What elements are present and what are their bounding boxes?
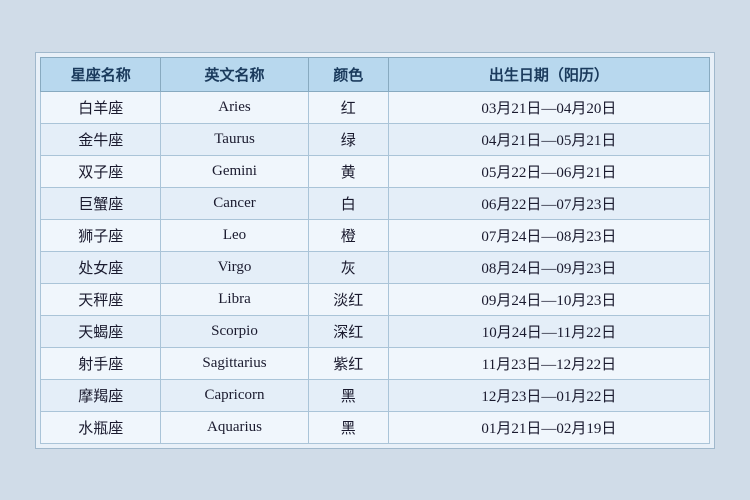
cell-color: 深红 xyxy=(308,315,388,347)
table-row: 处女座Virgo灰08月24日—09月23日 xyxy=(41,251,710,283)
cell-color: 灰 xyxy=(308,251,388,283)
cell-color: 红 xyxy=(308,91,388,123)
header-color: 颜色 xyxy=(308,57,388,91)
cell-english: Gemini xyxy=(161,155,308,187)
cell-english: Sagittarius xyxy=(161,347,308,379)
zodiac-table: 星座名称 英文名称 颜色 出生日期（阳历） 白羊座Aries红03月21日—04… xyxy=(40,57,710,444)
cell-color: 黄 xyxy=(308,155,388,187)
cell-color: 白 xyxy=(308,187,388,219)
table-row: 白羊座Aries红03月21日—04月20日 xyxy=(41,91,710,123)
cell-color: 紫红 xyxy=(308,347,388,379)
cell-color: 绿 xyxy=(308,123,388,155)
cell-chinese: 水瓶座 xyxy=(41,411,161,443)
table-row: 狮子座Leo橙07月24日—08月23日 xyxy=(41,219,710,251)
cell-chinese: 双子座 xyxy=(41,155,161,187)
cell-chinese: 巨蟹座 xyxy=(41,187,161,219)
cell-date: 07月24日—08月23日 xyxy=(388,219,709,251)
cell-color: 淡红 xyxy=(308,283,388,315)
cell-chinese: 天蝎座 xyxy=(41,315,161,347)
cell-color: 黑 xyxy=(308,411,388,443)
cell-english: Taurus xyxy=(161,123,308,155)
cell-chinese: 射手座 xyxy=(41,347,161,379)
cell-english: Cancer xyxy=(161,187,308,219)
cell-english: Virgo xyxy=(161,251,308,283)
cell-date: 03月21日—04月20日 xyxy=(388,91,709,123)
cell-date: 04月21日—05月21日 xyxy=(388,123,709,155)
table-row: 天秤座Libra淡红09月24日—10月23日 xyxy=(41,283,710,315)
cell-color: 黑 xyxy=(308,379,388,411)
cell-date: 11月23日—12月22日 xyxy=(388,347,709,379)
cell-chinese: 摩羯座 xyxy=(41,379,161,411)
cell-english: Leo xyxy=(161,219,308,251)
zodiac-table-container: 星座名称 英文名称 颜色 出生日期（阳历） 白羊座Aries红03月21日—04… xyxy=(35,52,715,449)
cell-chinese: 狮子座 xyxy=(41,219,161,251)
header-chinese-name: 星座名称 xyxy=(41,57,161,91)
table-row: 摩羯座Capricorn黑12月23日—01月22日 xyxy=(41,379,710,411)
table-row: 水瓶座Aquarius黑01月21日—02月19日 xyxy=(41,411,710,443)
table-row: 射手座Sagittarius紫红11月23日—12月22日 xyxy=(41,347,710,379)
cell-english: Aries xyxy=(161,91,308,123)
cell-date: 12月23日—01月22日 xyxy=(388,379,709,411)
cell-chinese: 金牛座 xyxy=(41,123,161,155)
cell-chinese: 白羊座 xyxy=(41,91,161,123)
cell-date: 01月21日—02月19日 xyxy=(388,411,709,443)
cell-chinese: 天秤座 xyxy=(41,283,161,315)
cell-date: 08月24日—09月23日 xyxy=(388,251,709,283)
header-english-name: 英文名称 xyxy=(161,57,308,91)
table-row: 双子座Gemini黄05月22日—06月21日 xyxy=(41,155,710,187)
table-header-row: 星座名称 英文名称 颜色 出生日期（阳历） xyxy=(41,57,710,91)
header-date: 出生日期（阳历） xyxy=(388,57,709,91)
cell-chinese: 处女座 xyxy=(41,251,161,283)
table-row: 天蝎座Scorpio深红10月24日—11月22日 xyxy=(41,315,710,347)
cell-color: 橙 xyxy=(308,219,388,251)
cell-date: 10月24日—11月22日 xyxy=(388,315,709,347)
cell-date: 09月24日—10月23日 xyxy=(388,283,709,315)
table-row: 金牛座Taurus绿04月21日—05月21日 xyxy=(41,123,710,155)
cell-english: Aquarius xyxy=(161,411,308,443)
table-row: 巨蟹座Cancer白06月22日—07月23日 xyxy=(41,187,710,219)
cell-english: Scorpio xyxy=(161,315,308,347)
cell-english: Libra xyxy=(161,283,308,315)
cell-english: Capricorn xyxy=(161,379,308,411)
cell-date: 06月22日—07月23日 xyxy=(388,187,709,219)
cell-date: 05月22日—06月21日 xyxy=(388,155,709,187)
